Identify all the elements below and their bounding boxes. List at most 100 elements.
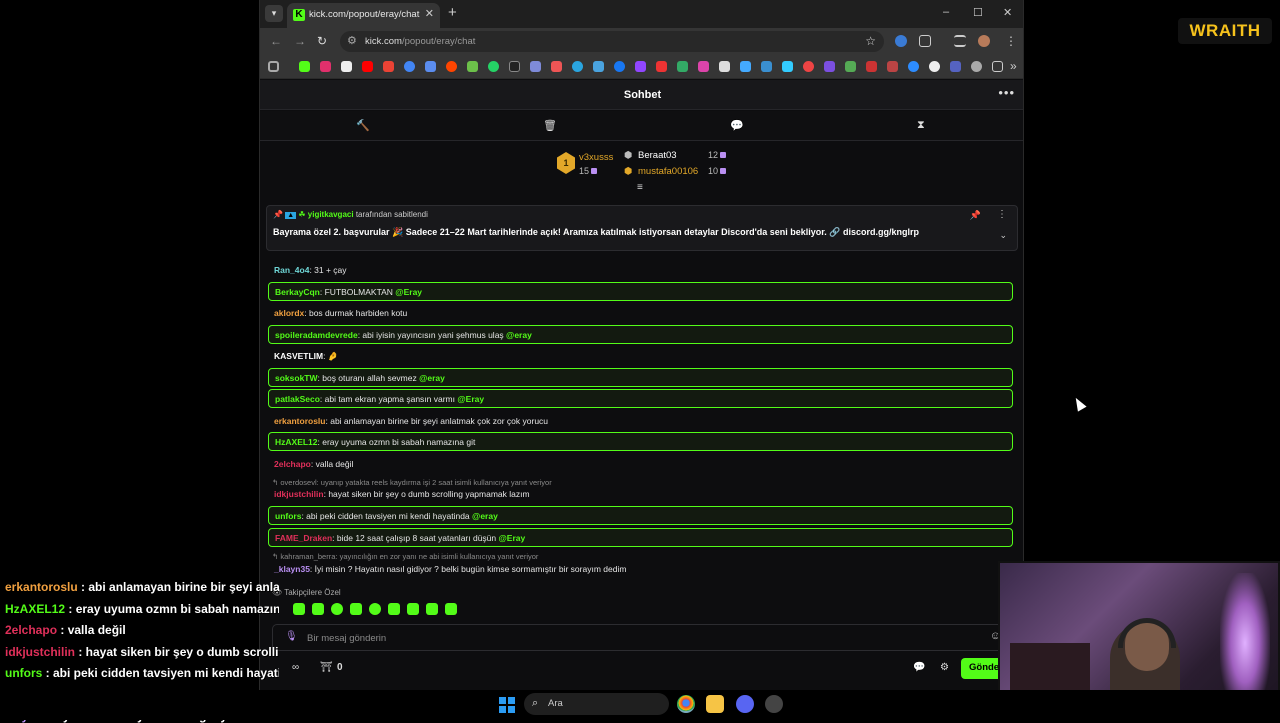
hammer-icon[interactable]: 🔨: [356, 119, 370, 132]
facebook-bookmark-icon[interactable]: [614, 61, 625, 72]
emote-icon[interactable]: [331, 603, 343, 615]
bookmark-icon[interactable]: [887, 61, 898, 72]
chat-message[interactable]: _klayn35: İyi misin ? Hayatın nasıl gidi…: [268, 559, 1013, 578]
microphone-icon[interactable]: 🎙: [285, 631, 298, 642]
bookmark-icon[interactable]: [656, 61, 667, 72]
app-taskbar-icon[interactable]: [765, 695, 783, 713]
browser-tab[interactable]: K kick.com/popout/eray/chat ✕: [287, 3, 440, 28]
maximize-button[interactable]: ☐: [973, 6, 983, 19]
speech-bubble-icon[interactable]: 💬: [730, 119, 744, 132]
bookmark-icon[interactable]: [908, 61, 919, 72]
chat-username[interactable]: Ran_4o4: [274, 265, 309, 275]
more-bookmarks-icon[interactable]: »: [1010, 59, 1017, 73]
chat-username[interactable]: idkjustchilin: [274, 489, 324, 499]
chat-username[interactable]: aklordx: [274, 308, 304, 318]
bookmark-icon[interactable]: [845, 61, 856, 72]
minimize-button[interactable]: –: [943, 6, 949, 18]
bookmark-icon[interactable]: [761, 61, 772, 72]
x-bookmark-icon[interactable]: [341, 61, 352, 72]
bookmark-icon[interactable]: [719, 61, 730, 72]
bookmark-icon[interactable]: [509, 61, 520, 72]
emote-icon[interactable]: [426, 603, 438, 615]
new-tab-button[interactable]: +: [448, 4, 457, 21]
bookmark-star-icon[interactable]: ☆: [865, 34, 876, 48]
chrome-taskbar-icon[interactable]: [677, 695, 695, 713]
drag-handle-icon[interactable]: ≡: [637, 182, 643, 193]
telegram-bookmark-icon[interactable]: [572, 61, 583, 72]
bookmark-icon[interactable]: [929, 61, 940, 72]
bookmark-icon[interactable]: [824, 61, 835, 72]
chat-username[interactable]: erkantoroslu: [274, 416, 326, 426]
hourglass-icon[interactable]: ⧗: [917, 119, 925, 132]
emote-icon[interactable]: [312, 603, 324, 615]
leaderboard-name[interactable]: v3xusss: [579, 152, 613, 163]
chevron-down-icon[interactable]: ⌄: [999, 230, 1007, 241]
chat-mention[interactable]: @eray: [506, 330, 532, 340]
reading-list-icon[interactable]: [954, 35, 966, 47]
chat-username[interactable]: KASVETLIM: [274, 351, 323, 361]
back-button[interactable]: ←: [270, 34, 282, 48]
message-input-box[interactable]: 🎙 ☺: [272, 624, 1014, 651]
emote-icon[interactable]: [350, 603, 362, 615]
chat-username[interactable]: BerkayCqn: [275, 287, 320, 297]
whatsapp-bookmark-icon[interactable]: [488, 61, 499, 72]
chat-message[interactable]: BerkayCqn: FUTBOLMAKTAN @Eray: [268, 282, 1013, 301]
chat-bubble-icon[interactable]: 💬: [913, 662, 925, 673]
pin-icon[interactable]: 📌: [970, 210, 981, 221]
instagram-bookmark-icon[interactable]: [320, 61, 331, 72]
bookmark-icon[interactable]: [740, 61, 751, 72]
bookmark-icon[interactable]: [950, 61, 961, 72]
twitch-bookmark-icon[interactable]: [635, 61, 646, 72]
forward-button[interactable]: →: [294, 34, 306, 48]
bookmark-icon[interactable]: [593, 61, 604, 72]
bookmark-icon[interactable]: [530, 61, 541, 72]
bookmark-icon[interactable]: [992, 61, 1003, 72]
pinned-by-user[interactable]: yigitkavgaci: [308, 210, 354, 219]
extensions-puzzle-icon[interactable]: [919, 35, 931, 47]
emote-icon[interactable]: [445, 603, 457, 615]
gmail-bookmark-icon[interactable]: [383, 61, 394, 72]
file-explorer-icon[interactable]: [706, 695, 724, 713]
infinity-icon[interactable]: ∞: [292, 662, 299, 673]
chat-message[interactable]: idkjustchilin: hayat siken bir şey o dum…: [268, 484, 1013, 503]
tab-search-button[interactable]: ▾: [265, 5, 283, 22]
emote-icon[interactable]: [407, 603, 419, 615]
browser-menu-icon[interactable]: ⋮: [1005, 34, 1017, 48]
chat-mention[interactable]: @Eray: [499, 533, 526, 543]
chat-message[interactable]: HzAXEL12: eray uyuma ozmn bi sabah namaz…: [268, 432, 1013, 451]
chat-username[interactable]: HzAXEL12: [275, 437, 318, 447]
chat-message[interactable]: patlakSeco: abi tam ekran yapma şansın v…: [268, 389, 1013, 408]
site-info-icon[interactable]: ⚙: [347, 34, 357, 47]
leaderboard-name[interactable]: Beraat03: [638, 150, 677, 161]
chat-message[interactable]: soksokTW: boş oturanı allah sevmez @eray: [268, 368, 1013, 387]
apps-grid-icon[interactable]: [268, 61, 279, 72]
profile-avatar[interactable]: [978, 35, 990, 47]
youtube-bookmark-icon[interactable]: [362, 61, 373, 72]
extension-icon[interactable]: [895, 35, 907, 47]
chat-mention[interactable]: @Eray: [395, 287, 422, 297]
chat-mention[interactable]: @Eray: [457, 394, 484, 404]
emote-icon[interactable]: [293, 603, 305, 615]
bookmark-icon[interactable]: [467, 61, 478, 72]
trash-icon[interactable]: 🗑: [543, 119, 557, 132]
chat-username[interactable]: _klayn35: [274, 564, 310, 574]
discord-taskbar-icon[interactable]: [736, 695, 754, 713]
chat-username[interactable]: unfors: [275, 511, 301, 521]
chat-mention[interactable]: @eray: [472, 511, 498, 521]
bookmark-icon[interactable]: [803, 61, 814, 72]
bookmark-icon[interactable]: [425, 61, 436, 72]
tab-close-icon[interactable]: ✕: [425, 7, 434, 20]
chat-message[interactable]: erkantoroslu: abi anlamayan birine bir ş…: [268, 411, 1013, 430]
chat-message[interactable]: spoileradamdevrede: abi iyisin yayıncısı…: [268, 325, 1013, 344]
chat-message[interactable]: Ran_4o4: 31 + çay: [268, 260, 1013, 279]
bookmark-icon[interactable]: [677, 61, 688, 72]
bookmark-icon[interactable]: [551, 61, 562, 72]
taskbar-search[interactable]: ⌕ Ara: [524, 693, 669, 715]
bookmark-icon[interactable]: [866, 61, 877, 72]
gift-icon[interactable]: ⛩: [320, 662, 333, 673]
google-bookmark-icon[interactable]: [404, 61, 415, 72]
leaderboard-name[interactable]: mustafa00106: [638, 166, 698, 177]
close-window-button[interactable]: ✕: [1003, 6, 1012, 19]
settings-gear-icon[interactable]: ⚙: [940, 662, 949, 673]
chat-message[interactable]: FAME_Draken: bide 12 saat çalışıp 8 saat…: [268, 528, 1013, 547]
